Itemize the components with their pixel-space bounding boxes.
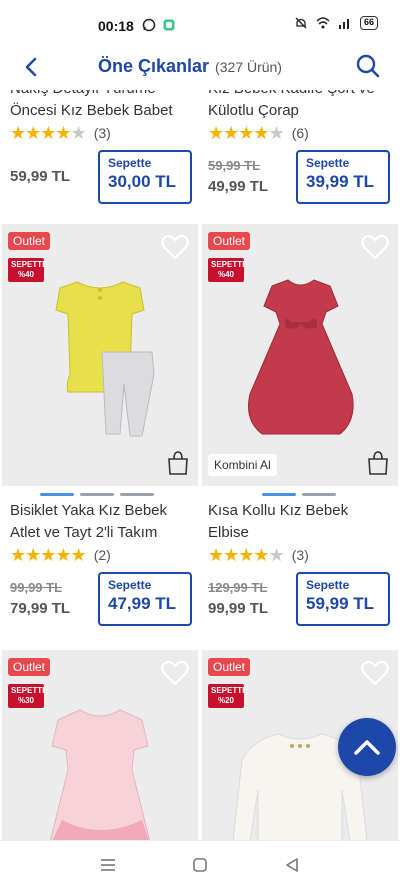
product-grid[interactable]: Nakış Detaylı Yürüme Öncesi Kız Bebek Ba… — [0, 88, 400, 840]
rating-count: (3) — [93, 125, 111, 141]
rating-stars: ★★★★★ — [10, 544, 87, 565]
baby-top-and-leggings-illustration — [55, 281, 155, 437]
current-price: 79,99 TL — [10, 600, 71, 617]
chevron-up-icon — [354, 740, 380, 755]
rating-stars: ★★★★★ — [208, 544, 285, 565]
product-name[interactable]: Kız Bebek Kadife Şort ve Külotlu Çorap — [200, 88, 398, 122]
carousel-dot[interactable] — [262, 493, 296, 496]
product-card[interactable]: Nakış Detaylı Yürüme Öncesi Kız Bebek Ba… — [2, 88, 200, 206]
product-card[interactable]: Kısa Kollu Kız Bebek Elbise ★★★★★ (3) 12… — [200, 500, 398, 628]
image-carousel-dots — [262, 493, 336, 496]
back-button[interactable] — [16, 52, 46, 82]
shopping-bag-icon[interactable] — [366, 450, 390, 476]
price-row: 59,99 TL Sepette 30,00 TL — [2, 150, 200, 206]
product-rating: ★★★★★ (3) — [200, 544, 398, 566]
basket-label: Sepette — [108, 578, 152, 592]
current-price: 59,99 TL — [10, 168, 71, 185]
wifi-icon — [316, 17, 330, 29]
home-nav-icon — [193, 857, 207, 872]
product-card[interactable]: Bisiklet Yaka Kız Bebek Atlet ve Tayt 2'… — [2, 500, 200, 628]
rating-stars: ★★★★★ — [208, 122, 285, 143]
product-name[interactable]: Nakış Detaylı Yürüme Öncesi Kız Bebek Ba… — [2, 88, 200, 122]
system-nav-bar — [0, 840, 400, 888]
kombin-button[interactable]: Kombini Al — [208, 454, 277, 476]
basket-price: 59,99 TL — [306, 594, 375, 613]
basket-label: Sepette — [108, 156, 152, 170]
menu-nav-button[interactable] — [97, 854, 119, 876]
mute-icon — [295, 17, 307, 29]
product-name[interactable]: Bisiklet Yaka Kız Bebek Atlet ve Tayt 2'… — [2, 500, 200, 544]
search-icon — [356, 54, 380, 78]
product-image[interactable]: Outlet SEPETTE %40 — [2, 224, 198, 486]
back-nav-button[interactable] — [281, 854, 303, 876]
basket-price-box[interactable]: Sepette 59,99 TL — [296, 572, 390, 626]
product-count: (327 Ürün) — [215, 59, 282, 75]
page-title: Öne Çıkanlar — [98, 56, 210, 76]
carousel-dot[interactable] — [302, 493, 336, 496]
basket-price: 39,99 TL — [306, 172, 375, 191]
price-row: 129,99 TL 99,99 TL Sepette 59,99 TL — [200, 572, 398, 628]
carousel-dot[interactable] — [80, 493, 114, 496]
product-image[interactable]: Outlet SEPETTE %40 Kombini Al — [202, 224, 398, 486]
back-nav-icon — [286, 857, 298, 872]
carousel-dot[interactable] — [120, 493, 154, 496]
carousel-dot[interactable] — [40, 493, 74, 496]
app-header: Öne Çıkanlar (327 Ürün) — [0, 44, 400, 90]
basket-label: Sepette — [306, 156, 350, 170]
pink-dress-illustration — [49, 709, 151, 840]
price-row: 99,99 TL 79,99 TL Sepette 47,99 TL — [2, 572, 200, 628]
product-rating: ★★★★★ (2) — [2, 544, 200, 566]
product-name[interactable]: Kısa Kollu Kız Bebek Elbise — [200, 500, 398, 544]
product-rating: ★★★★★ (6) — [200, 122, 398, 144]
basket-price-box[interactable]: Sepette 30,00 TL — [98, 150, 192, 204]
menu-nav-icon — [101, 858, 115, 871]
product-card[interactable]: Kız Bebek Kadife Şort ve Külotlu Çorap ★… — [200, 88, 398, 206]
image-carousel-dots — [40, 493, 154, 496]
shopping-bag-icon[interactable] — [166, 450, 190, 476]
scroll-to-top-button[interactable] — [338, 718, 396, 776]
rating-count: (2) — [93, 547, 111, 563]
product-rating: ★★★★★ (3) — [2, 122, 200, 144]
price-row: 59,99 TL 49,99 TL Sepette 39,99 TL — [200, 150, 398, 206]
status-bar: 00:18 66 — [0, 0, 400, 40]
status-time: 00:18 — [98, 18, 134, 34]
signal-icon — [338, 19, 349, 29]
basket-price-box[interactable]: Sepette 39,99 TL — [296, 150, 390, 204]
title-group: Öne Çıkanlar (327 Ürün) — [98, 56, 282, 77]
old-price: 99,99 TL — [10, 580, 63, 595]
basket-price-box[interactable]: Sepette 47,99 TL — [98, 572, 192, 626]
rating-stars: ★★★★★ — [10, 122, 87, 143]
search-button[interactable] — [350, 48, 386, 84]
red-dress-illustration — [248, 279, 354, 435]
basket-price: 30,00 TL — [108, 172, 177, 191]
home-nav-button[interactable] — [189, 854, 211, 876]
rating-count: (6) — [291, 125, 309, 141]
old-price: 129,99 TL — [208, 580, 268, 595]
current-price: 49,99 TL — [208, 178, 269, 195]
rating-count: (3) — [291, 547, 309, 563]
app-notification-icon — [163, 19, 175, 31]
product-image[interactable]: Outlet SEPETTE %30 — [2, 650, 198, 840]
whatsapp-icon — [142, 18, 156, 32]
back-arrow-icon — [25, 57, 37, 77]
basket-price: 47,99 TL — [108, 594, 177, 613]
old-price: 59,99 TL — [208, 158, 261, 173]
current-price: 99,99 TL — [208, 600, 269, 617]
basket-label: Sepette — [306, 578, 350, 592]
battery-indicator: 66 — [359, 16, 378, 30]
